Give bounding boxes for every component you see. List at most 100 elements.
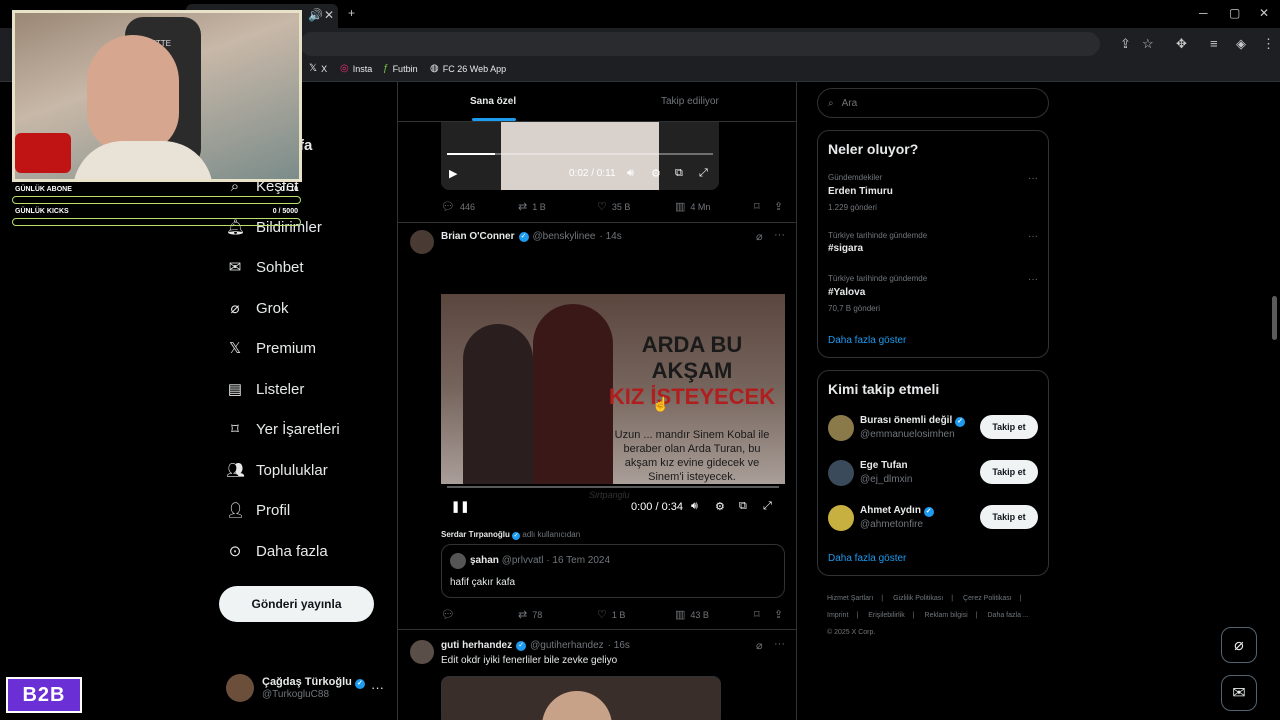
tab-following[interactable]: Takip ediliyor bbox=[661, 96, 719, 107]
repost-button[interactable]: ⇄ 78 bbox=[518, 608, 542, 621]
bookmark-x[interactable]: 𝕏 X bbox=[309, 63, 327, 74]
settings-icon[interactable]: ⚙ bbox=[651, 167, 661, 180]
author-name[interactable]: guti herhandez bbox=[441, 640, 512, 651]
channel-logo: B2B bbox=[6, 677, 82, 713]
minimize-icon[interactable]: ─ bbox=[1199, 6, 1208, 20]
follow-button[interactable]: Takip et bbox=[980, 460, 1038, 484]
nav-messages[interactable]: ✉ Sohbet bbox=[226, 253, 304, 281]
tweet1-video[interactable]: ▶ 0:02 / 0:11 🔊︎ ⚙ ⧉ ⤢ bbox=[441, 122, 719, 190]
follow-suggestion[interactable]: Ege Tufan @ej_dlmxin Takip et bbox=[828, 458, 1040, 488]
tweet3-header: guti herhandez ✓ @gutiherhandez · 16s bbox=[441, 640, 630, 651]
share-button[interactable]: ⇪ bbox=[774, 608, 783, 621]
fullscreen-icon[interactable]: ⤢ bbox=[699, 167, 708, 180]
author-handle[interactable]: @gutiherhandez bbox=[530, 640, 604, 651]
url-field[interactable] bbox=[300, 32, 1100, 56]
footer-link[interactable]: Erişilebilirlik bbox=[868, 612, 905, 619]
footer-link[interactable]: Reklam bilgisi bbox=[925, 612, 968, 619]
new-tab-icon[interactable]: + bbox=[348, 6, 355, 20]
bookmark-fc26[interactable]: ◍ FC 26 Web App bbox=[430, 63, 506, 74]
footer-link[interactable]: Daha fazla ... bbox=[988, 612, 1029, 619]
more-icon[interactable]: ··· bbox=[774, 638, 785, 650]
shield-icon[interactable]: ◈ bbox=[1236, 36, 1246, 52]
show-more-link[interactable]: Daha fazla göster bbox=[828, 335, 906, 346]
nav-communities[interactable]: 👥︎ Topluluklar bbox=[226, 456, 328, 484]
miniplayer-icon[interactable]: ⧉ bbox=[675, 167, 683, 180]
grok-fab[interactable]: ⌀ bbox=[1221, 627, 1257, 663]
nav-more[interactable]: ⊙ Daha fazla bbox=[226, 537, 328, 565]
post-button[interactable]: Gönderi yayınla bbox=[219, 586, 374, 622]
follow-button[interactable]: Takip et bbox=[980, 505, 1038, 529]
kebab-menu-icon[interactable]: ⋮ bbox=[1262, 36, 1275, 52]
star-icon[interactable]: ☆ bbox=[1142, 36, 1154, 52]
follow-button[interactable]: Takip et bbox=[980, 415, 1038, 439]
bookmark-insta[interactable]: ◎ Insta bbox=[340, 63, 372, 74]
maximize-icon[interactable]: ▢ bbox=[1229, 6, 1240, 20]
bookmark-button[interactable]: ⌑ bbox=[754, 608, 760, 621]
account-switcher[interactable]: Çağdaş Türkoğlu ✓ @TurkogluC88 bbox=[226, 674, 365, 702]
tab-for-you[interactable]: Sana özel bbox=[470, 96, 516, 107]
trend-more-icon[interactable]: ··· bbox=[1028, 231, 1038, 242]
video-progress[interactable] bbox=[447, 486, 779, 488]
reply-button[interactable]: 💬︎ 446 bbox=[441, 200, 475, 213]
repost-button[interactable]: ⇄ 1 B bbox=[518, 200, 546, 213]
messages-fab[interactable]: ✉ bbox=[1221, 675, 1257, 711]
trend-more-icon[interactable]: ··· bbox=[1028, 274, 1038, 285]
quoted-tweet[interactable]: şahan @prlvvatl · 16 Tem 2024 hafif çakı… bbox=[441, 544, 785, 598]
footer-link[interactable]: Çerez Politikası bbox=[963, 595, 1012, 602]
trend-name[interactable]: Erden Timuru bbox=[828, 186, 893, 197]
more-icon[interactable]: ··· bbox=[774, 229, 785, 241]
follow-suggestion[interactable]: Ahmet Aydın ✓ @ahmetonfire Takip et bbox=[828, 503, 1040, 533]
install-icon[interactable]: ⇪ bbox=[1120, 36, 1131, 52]
video-frame: ARDA BU AKŞAM KIZ İSTEYECEK Uzun ... man… bbox=[441, 294, 785, 500]
media-icon[interactable]: ≡ bbox=[1210, 36, 1218, 51]
nav-premium[interactable]: 𝕏 Premium bbox=[226, 334, 316, 362]
like-button[interactable]: ♡ 35 B bbox=[597, 200, 630, 213]
show-more-link[interactable]: Daha fazla göster bbox=[828, 553, 906, 564]
tweet3-media[interactable] bbox=[441, 676, 721, 720]
share-button[interactable]: ⇪ bbox=[774, 200, 783, 213]
trend-name[interactable]: #sigara bbox=[828, 243, 863, 254]
fullscreen-icon[interactable]: ⤢ bbox=[763, 500, 772, 513]
grok-icon[interactable]: ⌀ bbox=[756, 639, 763, 652]
nav-lists[interactable]: ▤ Listeler bbox=[226, 375, 304, 403]
bookmark-icon: ⌑ bbox=[231, 421, 239, 438]
bookmark-button[interactable]: ⌑ bbox=[754, 200, 760, 213]
nav-profile[interactable]: 👤︎ Profil bbox=[226, 496, 290, 524]
search-input[interactable]: ⌕ Ara bbox=[817, 88, 1049, 118]
footer-link[interactable]: Gizlilik Politikası bbox=[893, 595, 943, 602]
avatar[interactable] bbox=[410, 230, 434, 254]
tweet-time[interactable]: · 16s bbox=[608, 640, 630, 651]
grok-icon[interactable]: ⌀ bbox=[756, 230, 763, 243]
speaker-icon[interactable]: 🔊 bbox=[308, 8, 323, 22]
tweet2-video[interactable]: ARDA BU AKŞAM KIZ İSTEYECEK Uzun ... man… bbox=[441, 254, 785, 522]
settings-icon[interactable]: ⚙ bbox=[715, 500, 725, 513]
footer-link[interactable]: Imprint bbox=[827, 612, 848, 619]
extensions-icon[interactable]: ✥ bbox=[1176, 36, 1187, 52]
reply-button[interactable]: 💬︎ bbox=[441, 608, 455, 621]
follow-suggestion[interactable]: Burası önemli değil ✓ @emmanuelosimhen T… bbox=[828, 413, 1040, 443]
volume-icon[interactable]: 🔊︎ bbox=[627, 167, 634, 180]
author-name[interactable]: Brian O'Conner bbox=[441, 231, 515, 242]
avatar[interactable] bbox=[410, 640, 434, 664]
volume-icon[interactable]: 🔊︎ bbox=[691, 500, 698, 513]
nav-grok[interactable]: ⌀ Grok bbox=[226, 294, 288, 322]
pause-icon[interactable]: ❚❚ bbox=[451, 500, 469, 513]
close-window-icon[interactable]: ✕ bbox=[1259, 6, 1269, 20]
trend-name[interactable]: #Yalova bbox=[828, 287, 865, 298]
miniplayer-icon[interactable]: ⧉ bbox=[739, 500, 747, 513]
views-button[interactable]: ▥ 43 B bbox=[675, 608, 709, 621]
close-tab-icon[interactable]: ✕ bbox=[324, 8, 334, 22]
views-button[interactable]: ▥ 4 Mn bbox=[675, 200, 710, 213]
account-more-icon[interactable]: ··· bbox=[371, 680, 384, 695]
author-handle[interactable]: @benskylinee bbox=[533, 231, 596, 242]
play-icon[interactable]: ▶ bbox=[449, 167, 457, 180]
footer-link[interactable]: Hizmet Şartları bbox=[827, 595, 873, 602]
trend-more-icon[interactable]: ··· bbox=[1028, 173, 1038, 184]
scrollbar-thumb[interactable] bbox=[1272, 296, 1277, 340]
bookmark-futbin[interactable]: ƒ Futbin bbox=[383, 63, 418, 74]
trend-count: 1.229 gönderi bbox=[828, 203, 877, 212]
tweet-time[interactable]: · 14s bbox=[599, 231, 621, 242]
like-button[interactable]: ♡ 1 B bbox=[597, 608, 625, 621]
video-progress[interactable] bbox=[447, 153, 713, 155]
nav-bookmarks[interactable]: ⌑ Yer İşaretleri bbox=[226, 415, 340, 443]
